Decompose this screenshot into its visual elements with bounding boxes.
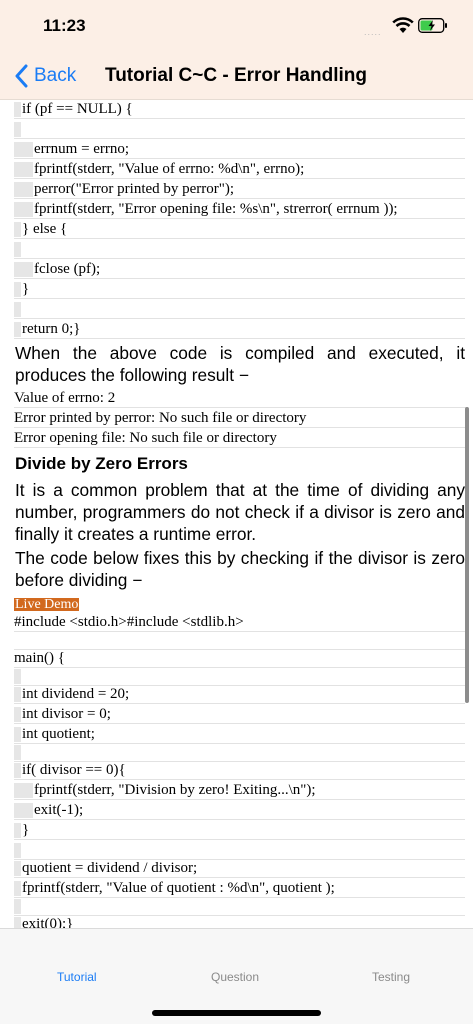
code-line: exit(0);} [14,915,465,928]
tutorial-content[interactable]: if (pf == NULL) { errnum = errno; fprint… [0,100,473,928]
output-line: Error opening file: No such file or dire… [14,429,468,448]
code-line: } [14,821,465,840]
code-line [14,841,465,860]
fix-intro-paragraph: The code below fixes this by checking if… [15,548,465,590]
code-line: perror("Error printed by perror"); [14,180,465,199]
code-line: fprintf(stderr, "Division by zero! Exiti… [14,781,465,800]
code-line [14,120,465,139]
code-line: if (pf == NULL) { [14,100,465,119]
cellular-signal-icon: ..... [364,27,382,37]
code-line: fprintf(stderr, "Value of errno: %d\n", … [14,160,465,179]
code-line: #include <stdio.h>#include <stdlib.h> [14,613,468,632]
tab-bar: Tutorial Question Testing [0,928,473,1024]
code-line: int quotient; [14,725,465,744]
back-button[interactable]: Back [14,64,76,88]
back-button-label: Back [34,65,77,86]
status-time: 11:23 [43,16,86,35]
section-heading: Divide by Zero Errors [15,454,188,473]
tab-question[interactable]: Question [211,970,259,984]
battery-charging-icon [418,18,447,33]
status-bar: 11:23 ..... [0,0,473,52]
code-line [14,631,468,650]
code-line: quotient = dividend / divisor; [14,859,465,878]
tab-tutorial[interactable]: Tutorial [57,970,97,984]
code-line: fprintf(stderr, "Value of quotient : %d\… [14,879,465,898]
output-line: Error printed by perror: No such file or… [14,409,468,428]
tab-testing[interactable]: Testing [372,970,410,984]
code-line: if( divisor == 0){ [14,761,465,780]
explanation-paragraph: It is a common problem that at the time … [15,480,465,544]
code-line [14,743,465,762]
code-line [14,300,465,319]
code-line: fprintf(stderr, "Error opening file: %s\… [14,200,465,219]
output-line: Value of errno: 2 [14,389,468,408]
code-line: } [14,280,465,299]
code-line: int divisor = 0; [14,705,465,724]
wifi-icon [392,17,414,33]
code-line: errnum = errno; [14,140,465,159]
code-line [14,240,465,259]
navigation-bar: Back Tutorial C~C - Error Handling [0,52,473,100]
scrollbar[interactable] [465,407,469,703]
code-line: } else { [14,220,465,239]
result-intro-paragraph: When the above code is compiled and exec… [15,343,465,385]
chevron-left-icon [15,64,28,88]
code-line: fclose (pf); [14,260,465,279]
page-title: Tutorial C~C - Error Handling [105,65,367,86]
code-line [14,667,465,686]
code-line: main() { [14,649,468,668]
code-line: exit(-1); [14,801,465,820]
live-demo-link[interactable]: Live Demo [14,598,80,612]
code-line: return 0;} [14,320,465,339]
code-line [14,897,465,916]
code-line: int dividend = 20; [14,685,465,704]
home-indicator [152,1010,321,1016]
